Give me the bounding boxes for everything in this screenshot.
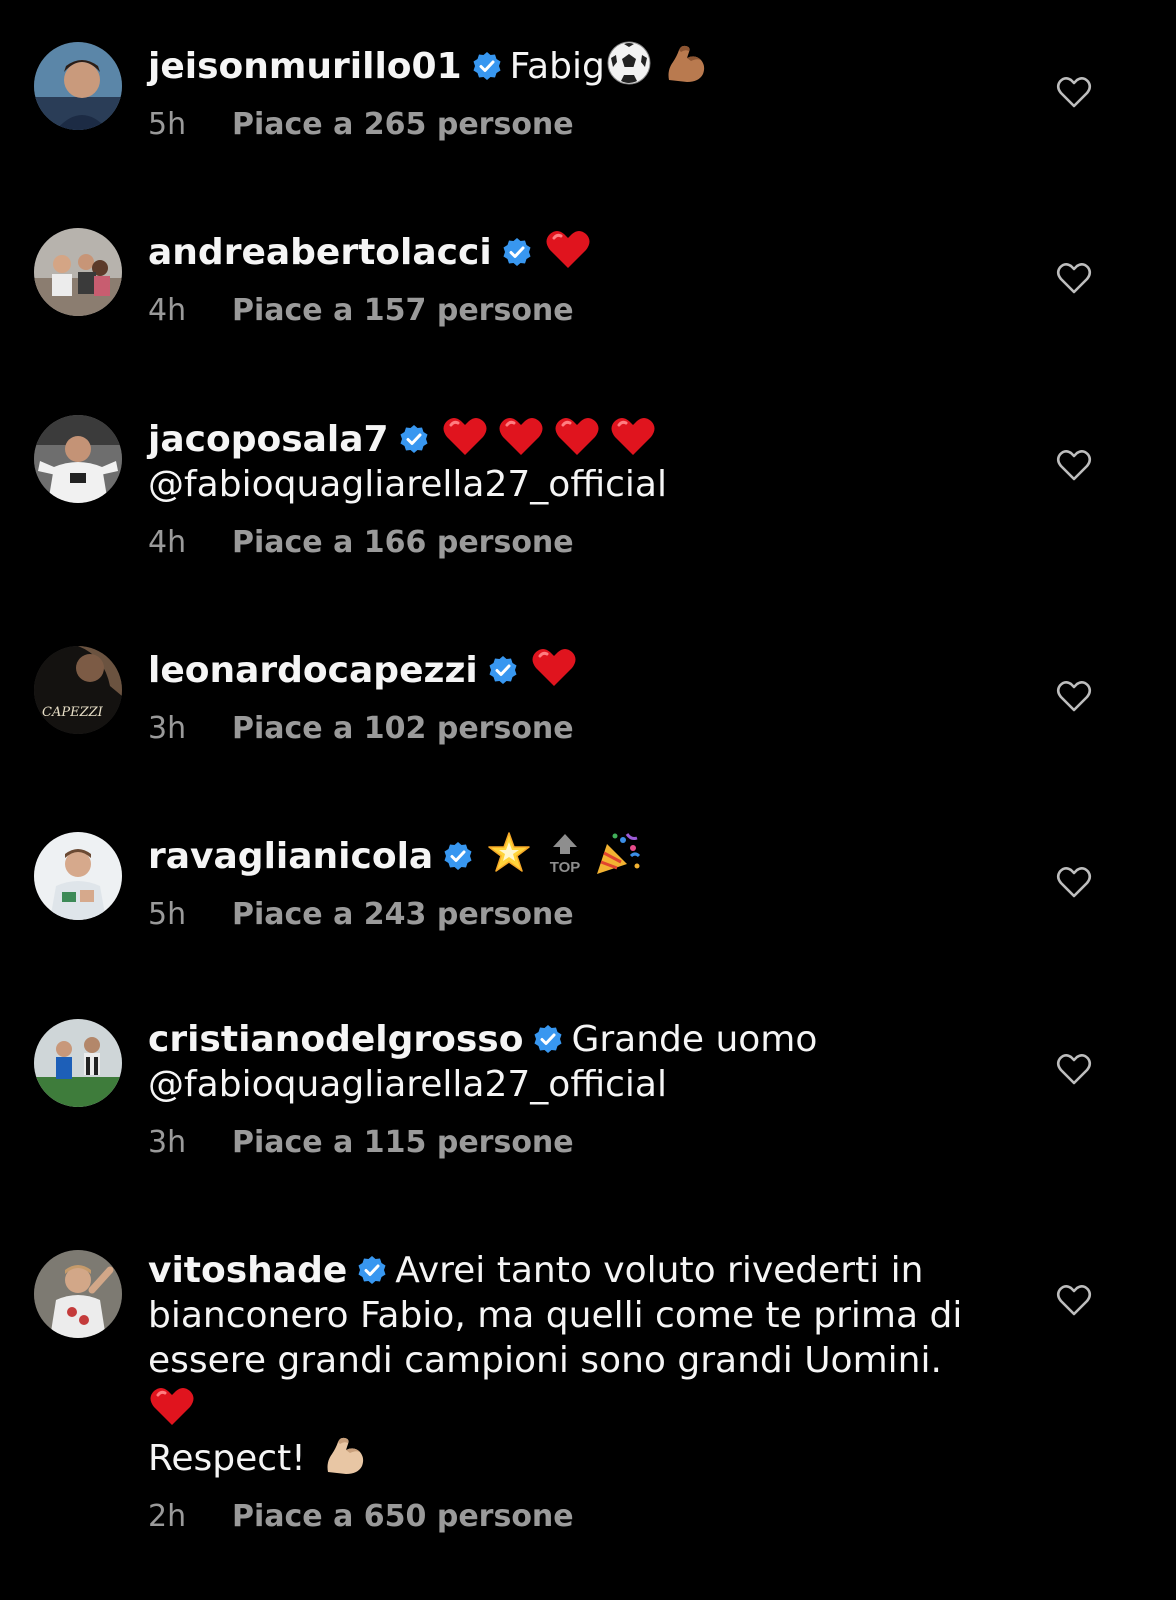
glowing-star-icon (485, 830, 533, 876)
comment-username[interactable]: vitoshade (148, 1250, 347, 1291)
comment-likes[interactable]: Piace a 166 persone (232, 525, 574, 560)
verified-badge-icon (488, 655, 518, 685)
verified-badge-icon (533, 1024, 563, 1054)
avatar[interactable]: CAPEZZI (34, 646, 122, 734)
comments-list: jeisonmurillo01 Fabig 5h Piace a 265 perso… (0, 0, 1176, 1600)
comment-username[interactable]: jeisonmurillo01 (148, 46, 462, 87)
comment-mention[interactable]: @fabioquagliarella27_official (148, 1062, 998, 1107)
party-popper-icon (593, 830, 641, 876)
red-heart-icon (544, 226, 592, 272)
heart-outline-icon[interactable] (1054, 445, 1094, 485)
verified-badge-icon (502, 237, 532, 267)
comment-likes[interactable]: Piace a 157 persone (232, 293, 574, 328)
heart-outline-icon[interactable] (1054, 862, 1094, 902)
heart-outline-icon[interactable] (1054, 676, 1094, 716)
comment-username[interactable]: andreabertolacci (148, 232, 492, 273)
red-heart-icon (530, 644, 578, 690)
top-label: TOP (550, 859, 581, 876)
comment-username[interactable]: leonardocapezzi (148, 650, 478, 691)
comment-likes[interactable]: Piace a 102 persone (232, 711, 574, 746)
comment-time: 5h (148, 897, 187, 932)
comment-mention[interactable]: @fabioquagliarella27_official (148, 462, 998, 507)
heart-outline-icon[interactable] (1054, 1280, 1094, 1320)
heart-outline-icon[interactable] (1054, 72, 1094, 112)
red-heart-icon (441, 413, 489, 459)
avatar[interactable] (34, 42, 122, 130)
verified-badge-icon (357, 1255, 387, 1285)
avatar[interactable] (34, 832, 122, 920)
verified-badge-icon (443, 841, 473, 871)
avatar[interactable] (34, 1019, 122, 1107)
comment-text-2: Respect! (148, 1438, 306, 1479)
verified-badge-icon (399, 424, 429, 454)
avatar[interactable] (34, 415, 122, 503)
top-arrow-icon: TOP (541, 830, 585, 876)
comment-username[interactable]: cristianodelgrosso (148, 1019, 523, 1060)
comment-text: Fabig (509, 46, 605, 87)
comment-time: 4h (148, 525, 187, 560)
soccer-ball-icon (605, 40, 653, 86)
comment-username[interactable]: jacoposala7 (148, 419, 389, 460)
flexed-biceps-icon (661, 40, 709, 86)
verified-badge-icon (472, 51, 502, 81)
comment-likes[interactable]: Piace a 115 persone (232, 1125, 574, 1160)
red-heart-icon (148, 1383, 196, 1429)
heart-outline-icon[interactable] (1054, 258, 1094, 298)
red-heart-icon (553, 413, 601, 459)
avatar-text: CAPEZZI (42, 705, 104, 720)
comment-time: 5h (148, 107, 187, 142)
comment-likes[interactable]: Piace a 243 persone (232, 897, 574, 932)
comment-text: Grande uomo (571, 1019, 818, 1060)
avatar[interactable] (34, 1250, 122, 1338)
avatar[interactable] (34, 228, 122, 316)
comment-time: 4h (148, 293, 187, 328)
red-heart-icon (497, 413, 545, 459)
red-heart-icon (609, 413, 657, 459)
flexed-biceps-icon (320, 1432, 368, 1478)
comment-likes[interactable]: Piace a 265 persone (232, 107, 574, 142)
comment-time: 2h (148, 1499, 187, 1534)
comment-likes[interactable]: Piace a 650 persone (232, 1499, 574, 1534)
heart-outline-icon[interactable] (1054, 1049, 1094, 1089)
comment-username[interactable]: ravaglianicola (148, 836, 433, 877)
comment-time: 3h (148, 1125, 187, 1160)
comment-time: 3h (148, 711, 187, 746)
